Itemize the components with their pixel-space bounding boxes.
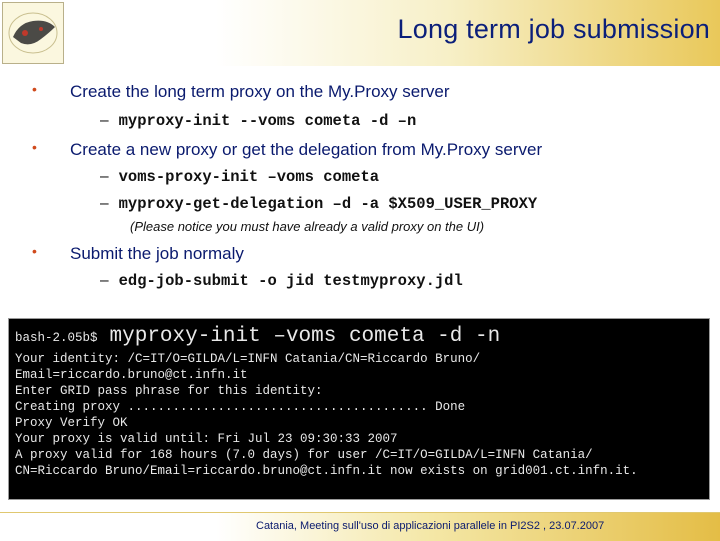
slide-header: Long term job submission [0, 0, 720, 66]
terminal-line: Your proxy is valid until: Fri Jul 23 09… [15, 432, 398, 446]
terminal-output-lines: Your identity: /C=IT/O=GILDA/L=INFN Cata… [15, 351, 638, 479]
sub-bullet-code: voms-proxy-init –voms cometa [118, 168, 380, 186]
terminal-output: bash-2.05b$ myproxy-init –voms cometa -d … [8, 318, 710, 500]
dash-icon: – [100, 272, 109, 289]
sub-bullet-item: – edg-job-submit -o jid testmyproxy.jdl [100, 272, 463, 290]
sub-bullet-item: – voms-proxy-init –voms cometa [100, 168, 379, 186]
slide-footer: Catania, Meeting sull'uso di applicazion… [0, 512, 720, 541]
sub-bullet-code: myproxy-init --voms cometa -d –n [118, 112, 417, 130]
terminal-command: myproxy-init –voms cometa -d -n [109, 325, 501, 348]
terminal-line: Proxy Verify OK [15, 416, 128, 430]
sub-bullet-code: edg-job-submit -o jid testmyproxy.jdl [118, 272, 463, 290]
slide-title: Long term job submission [397, 14, 710, 44]
sub-bullet-code: myproxy-get-delegation –d -a $X509_USER_… [118, 195, 538, 213]
bullet-dot-icon: • [32, 139, 37, 155]
terminal-line: A proxy valid for 168 hours (7.0 days) f… [15, 448, 593, 462]
dash-icon: – [100, 195, 109, 212]
terminal-prompt: bash-2.05b$ [15, 331, 98, 345]
bullet-text: Submit the job normaly [70, 244, 244, 263]
terminal-line: CN=Riccardo Bruno/Email=riccardo.bruno@c… [15, 464, 638, 478]
terminal-line: Creating proxy .........................… [15, 400, 466, 414]
bullet-dot-icon: • [32, 81, 37, 97]
dash-icon: – [100, 112, 109, 129]
bullet-text: Create a new proxy or get the delegation… [70, 140, 543, 159]
dash-icon: – [100, 168, 109, 185]
gilda-logo-icon [2, 2, 64, 64]
terminal-prompt-line: bash-2.05b$ myproxy-init –voms cometa -d … [15, 325, 500, 348]
terminal-line: Email=riccardo.bruno@ct.infn.it [15, 368, 248, 382]
bullet-text: Create the long term proxy on the My.Pro… [70, 82, 450, 101]
terminal-line: Enter GRID pass phrase for this identity… [15, 384, 323, 398]
bullet-dot-icon: • [32, 243, 37, 259]
footer-text: Catania, Meeting sull'uso di applicazion… [256, 520, 605, 532]
sub-bullet-item: – myproxy-get-delegation –d -a $X509_USER… [100, 195, 537, 213]
terminal-line: Your identity: /C=IT/O=GILDA/L=INFN Cata… [15, 352, 481, 366]
proxy-note: (Please notice you must have already a v… [130, 219, 485, 234]
sub-bullet-item: – myproxy-init --voms cometa -d –n [100, 112, 416, 130]
